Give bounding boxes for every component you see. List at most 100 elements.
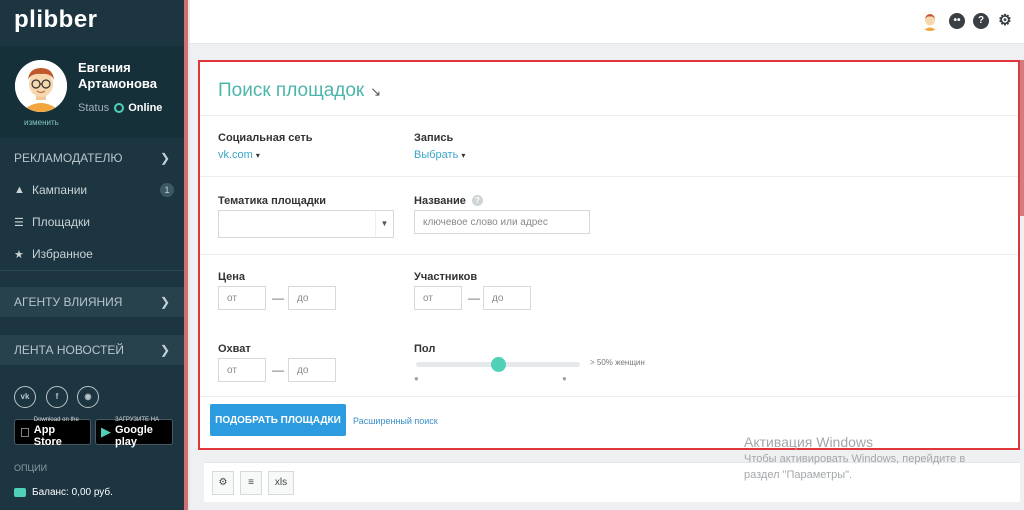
- balance-text: Баланс: 0,00 руб.: [32, 487, 113, 498]
- gender-value-text: > 50% женщин: [590, 358, 645, 367]
- search-title-text: Поиск площадок: [218, 80, 365, 101]
- top-avatar[interactable]: [920, 11, 940, 31]
- social-network-label: Социальная сеть: [218, 132, 313, 144]
- advanced-search-link[interactable]: Расширенный поиск: [353, 416, 438, 426]
- search-panel: Поиск площадок ↘ Социальная сеть vk.com ▾…: [198, 60, 1020, 450]
- reach-label: Охват: [218, 343, 251, 355]
- change-avatar-link[interactable]: изменить: [24, 118, 59, 127]
- name-label-text: Название: [414, 195, 466, 207]
- instagram-icon[interactable]: ◉: [77, 386, 99, 408]
- price-from-input[interactable]: [218, 286, 266, 310]
- name-label: Название?: [414, 195, 483, 207]
- google-play-button[interactable]: ▶ ЗАГРУЗИТЕ НА Google play: [95, 416, 173, 448]
- chevron-right-icon: ❯: [159, 295, 170, 309]
- scrollbar[interactable]: [1019, 60, 1024, 216]
- status-value: Online: [128, 102, 163, 114]
- members-from-input[interactable]: [414, 286, 462, 310]
- caret-down-icon: ▼: [375, 211, 393, 237]
- row-separator: [200, 396, 1018, 397]
- record-select[interactable]: Выбрать ▾: [414, 149, 465, 161]
- avatar[interactable]: [15, 60, 67, 112]
- vk-icon[interactable]: vk: [14, 386, 36, 408]
- app-logo[interactable]: plibber: [14, 6, 98, 34]
- section-news[interactable]: ЛЕНТА НОВОСТЕЙ ❯: [0, 335, 184, 365]
- social-network-value: vk.com: [218, 149, 253, 161]
- range-dash: —: [272, 363, 284, 377]
- range-dash: —: [272, 291, 284, 305]
- export-xls-button[interactable]: xls: [268, 471, 294, 495]
- options-label: ОПЦИИ: [14, 463, 48, 473]
- section-advertiser[interactable]: РЕКЛАМОДАТЕЛЮ ❯: [0, 143, 184, 173]
- watermark-line-1: Чтобы активировать Windows, перейдите в: [744, 453, 966, 465]
- list-icon: ☰: [14, 216, 24, 229]
- gear-icon[interactable]: ⚙: [997, 13, 1013, 29]
- caret-down-icon: ▾: [461, 151, 466, 160]
- caret-down-icon: ▾: [255, 151, 260, 160]
- user-status: Status Online: [78, 102, 162, 114]
- section-advertiser-label: РЕКЛАМОДАТЕЛЮ: [14, 151, 123, 165]
- name-input[interactable]: [414, 210, 590, 234]
- campaigns-count-badge: 1: [160, 183, 174, 197]
- gender-slider-handle[interactable]: [491, 357, 506, 372]
- apple-icon: : [20, 425, 30, 440]
- status-label: Status: [78, 102, 110, 114]
- range-dash: —: [468, 291, 480, 305]
- google-play-icon: ▶: [101, 424, 111, 439]
- sidebar-item-label: Площадки: [32, 215, 90, 229]
- user-name: Евгения Артамонова: [78, 60, 157, 91]
- reach-to-input[interactable]: [288, 358, 336, 382]
- members-to-input[interactable]: [483, 286, 531, 310]
- sidebar-item-favorites[interactable]: ★ Избранное: [14, 244, 178, 264]
- female-icon: ●: [562, 374, 567, 383]
- watermark-title: Активация Windows: [744, 434, 874, 450]
- price-to-input[interactable]: [288, 286, 336, 310]
- row-separator: [200, 115, 1018, 116]
- chevron-down-icon: ❯: [159, 151, 170, 165]
- section-agent[interactable]: АГЕНТУ ВЛИЯНИЯ ❯: [0, 287, 184, 317]
- help-icon[interactable]: ?: [973, 13, 989, 29]
- row-separator: [200, 176, 1018, 177]
- price-label: Цена: [218, 271, 246, 283]
- reach-from-input[interactable]: [218, 358, 266, 382]
- gender-slider[interactable]: [416, 357, 580, 372]
- find-platforms-button[interactable]: ПОДОБРАТЬ ПЛОЩАДКИ: [210, 404, 346, 436]
- topic-select[interactable]: ▼: [218, 210, 394, 238]
- chevron-right-icon: ❯: [159, 343, 170, 357]
- section-agent-label: АГЕНТУ ВЛИЯНИЯ: [14, 295, 123, 309]
- online-indicator-icon: [114, 103, 125, 113]
- sidebar: plibber изменить Евгения Артамонова Stat…: [0, 0, 184, 510]
- record-value: Выбрать: [414, 149, 459, 161]
- top-bar: [190, 0, 1024, 44]
- windows-activation-watermark: Активация Windows Чтобы активировать Win…: [744, 434, 965, 482]
- sidebar-item-platforms[interactable]: ☰ Площадки: [14, 212, 178, 232]
- gender-label: Пол: [414, 343, 436, 355]
- app-store-button[interactable]:  Download on the App Store: [14, 417, 91, 448]
- search-title: Поиск площадок ↘: [218, 80, 381, 102]
- watermark-line-2: раздел "Параметры".: [744, 469, 853, 481]
- help-icon[interactable]: ?: [471, 195, 483, 206]
- record-label: Запись: [414, 132, 454, 144]
- balance[interactable]: Баланс: 0,00 руб.: [14, 487, 113, 498]
- arrow-down-right-icon[interactable]: ↘: [370, 84, 381, 99]
- megaphone-icon: ▲: [14, 184, 25, 196]
- star-icon: ★: [14, 248, 24, 261]
- chat-icon[interactable]: ••: [949, 13, 965, 29]
- social-network-select[interactable]: vk.com ▾: [218, 149, 260, 161]
- male-icon: ●: [414, 374, 419, 383]
- members-label: Участников: [414, 271, 478, 283]
- settings-gear-icon[interactable]: ⚙: [212, 471, 234, 495]
- sidebar-item-label: Кампании: [32, 183, 88, 197]
- sidebar-highlight-edge: [184, 0, 188, 510]
- section-news-label: ЛЕНТА НОВОСТЕЙ: [14, 343, 124, 357]
- sidebar-item-campaigns[interactable]: ▲ Кампании 1: [14, 180, 178, 200]
- facebook-icon[interactable]: f: [46, 386, 68, 408]
- app-store-small-text: Download on the: [24, 417, 79, 429]
- divider: [0, 270, 184, 271]
- row-separator: [200, 254, 1018, 255]
- sort-icon[interactable]: ≡: [240, 471, 262, 495]
- user-profile: изменить Евгения Артамонова Status Onlin…: [0, 46, 184, 138]
- app-store-big-text: App Store: [24, 424, 77, 448]
- wallet-icon: [14, 488, 26, 497]
- google-play-small-text: ЗАГРУЗИТЕ НА: [115, 416, 160, 423]
- topic-label: Тематика площадки: [218, 195, 327, 207]
